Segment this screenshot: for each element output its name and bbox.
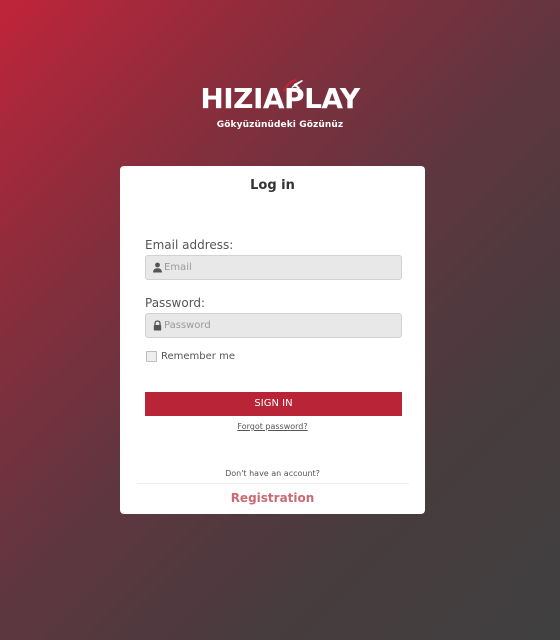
login-title: Log in bbox=[250, 178, 295, 193]
remember-me-label: Remember me bbox=[161, 350, 235, 362]
registration-link[interactable]: Registration bbox=[120, 491, 425, 505]
forgot-password-container: Forgot password? bbox=[120, 422, 425, 431]
password-input[interactable] bbox=[164, 314, 396, 337]
email-label: Email address: bbox=[145, 238, 234, 252]
remember-me[interactable]: Remember me bbox=[146, 350, 235, 362]
brand-header: HIZIAPLAY Gökyüzünüdeki Gözünüz bbox=[0, 78, 560, 130]
password-field-wrapper bbox=[145, 313, 402, 338]
no-account-text: Don't have an account? bbox=[225, 469, 320, 478]
lock-icon bbox=[153, 320, 162, 331]
email-field-wrapper bbox=[145, 255, 402, 280]
logo-text: HIZIAPLAY bbox=[200, 82, 360, 115]
airplane-icon bbox=[283, 78, 304, 92]
email-input[interactable] bbox=[164, 256, 396, 279]
tagline: Gökyüzünüdeki Gözünüz bbox=[216, 120, 344, 130]
logo: HIZIAPLAY bbox=[200, 78, 360, 116]
remember-me-checkbox[interactable] bbox=[146, 350, 157, 362]
sign-in-button[interactable]: SIGN IN bbox=[145, 392, 402, 416]
password-label: Password: bbox=[145, 296, 206, 310]
user-icon bbox=[153, 262, 162, 273]
divider bbox=[137, 483, 409, 484]
forgot-password-link[interactable]: Forgot password? bbox=[237, 422, 307, 431]
login-card: Log in Email address: Password: Remember… bbox=[120, 166, 425, 514]
